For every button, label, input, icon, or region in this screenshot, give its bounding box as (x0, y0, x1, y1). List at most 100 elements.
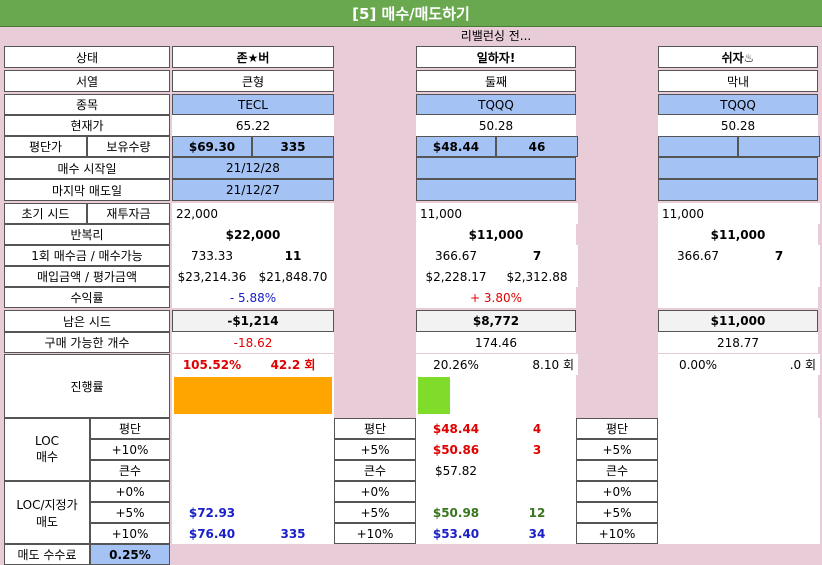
profit-rate (658, 287, 818, 308)
player-order: 막내 (658, 70, 818, 92)
loc-sell-qty (496, 481, 578, 502)
loc-sell-row-label: +10% (334, 523, 416, 544)
label-buyable: 구매 가능한 개수 (4, 332, 170, 353)
progress-track (416, 375, 576, 418)
eval-amount (738, 266, 820, 287)
label-half: 반복리 (4, 224, 170, 245)
eval-amount: $2,312.88 (496, 266, 578, 287)
avg-price[interactable] (658, 136, 738, 157)
last-sell-date[interactable]: 21/12/27 (172, 179, 334, 201)
buyable-count: 11 (252, 245, 334, 266)
avg-price[interactable]: $48.44 (416, 136, 496, 157)
current-price: 50.28 (658, 115, 818, 136)
loc-sell-row-label: +5% (90, 502, 170, 523)
label-avg: 평단가 (4, 136, 87, 157)
per-buy-amount: 366.67 (658, 245, 738, 266)
buy-start-date[interactable] (658, 157, 818, 179)
progress-track (658, 375, 818, 418)
label-loc-buy: LOC 매수 (4, 418, 90, 481)
loc-buy-price (658, 439, 738, 460)
loc-sell-row-label: +10% (576, 523, 658, 544)
loc-sell-price: $53.40 (416, 523, 496, 544)
fee-value[interactable]: 0.25% (90, 544, 170, 565)
buyable-count: 7 (496, 245, 578, 266)
label-remain: 남은 시드 (4, 310, 170, 332)
loc-sell-price: $50.98 (416, 502, 496, 523)
remaining-seed: $11,000 (658, 310, 818, 332)
buyable-units: 174.46 (416, 332, 576, 353)
loc-buy-qty: 4 (496, 418, 578, 439)
initial-seed[interactable]: 11,000 (658, 203, 738, 224)
player-name: 존★버 (172, 46, 334, 68)
loc-buy-price (172, 418, 252, 439)
label-order: 서열 (4, 70, 170, 92)
label-ticker: 종목 (4, 94, 170, 115)
label-price: 현재가 (4, 115, 170, 136)
loc-sell-row-label: +0% (334, 481, 416, 502)
per-buy-amount: 366.67 (416, 245, 496, 266)
loc-buy-qty (252, 439, 334, 460)
loc-buy-row-label: 평단 (334, 418, 416, 439)
buy-start-date[interactable]: 21/12/28 (172, 157, 334, 179)
initial-seed[interactable]: 11,000 (416, 203, 496, 224)
reinvest-amount (252, 203, 334, 224)
label-reinvest: 재투자금 (87, 203, 170, 224)
loc-sell-row-label: +0% (90, 481, 170, 502)
hold-qty[interactable] (738, 136, 820, 157)
label-buy_start: 매수 시작일 (4, 157, 170, 179)
loc-buy-price: $50.86 (416, 439, 496, 460)
profit-rate: + 3.80% (416, 287, 576, 308)
loc-sell-row-label: +5% (334, 502, 416, 523)
buy-amount: $2,228.17 (416, 266, 496, 287)
loc-sell-qty (738, 481, 820, 502)
buy-amount: $23,214.36 (172, 266, 252, 287)
remaining-seed: $8,772 (416, 310, 576, 332)
half-compound: $22,000 (172, 224, 334, 245)
loc-buy-qty (738, 418, 820, 439)
player-ticker[interactable]: TECL (172, 94, 334, 115)
half-compound: $11,000 (416, 224, 576, 245)
hold-qty[interactable]: 46 (496, 136, 578, 157)
progress-percent: 0.00% (658, 354, 738, 375)
loc-buy-row-label: +5% (576, 439, 658, 460)
last-sell-date[interactable] (658, 179, 818, 201)
buyable-count: 7 (738, 245, 820, 266)
last-sell-date[interactable] (416, 179, 576, 201)
avg-price[interactable]: $69.30 (172, 136, 252, 157)
loc-sell-price (658, 523, 738, 544)
current-price: 65.22 (172, 115, 334, 136)
progress-count: .0 회 (738, 354, 820, 375)
progress-percent: 20.26% (416, 354, 496, 375)
loc-sell-price (172, 481, 252, 502)
current-price: 50.28 (416, 115, 576, 136)
player-ticker[interactable]: TQQQ (416, 94, 576, 115)
loc-sell-qty (738, 502, 820, 523)
player-ticker[interactable]: TQQQ (658, 94, 818, 115)
loc-sell-price: $72.93 (172, 502, 252, 523)
loc-sell-price (658, 481, 738, 502)
loc-sell-price (658, 502, 738, 523)
label-status: 상태 (4, 46, 170, 68)
progress-count: 8.10 회 (496, 354, 578, 375)
reinvest-amount (496, 203, 578, 224)
loc-buy-price: $48.44 (416, 418, 496, 439)
loc-buy-qty: 3 (496, 439, 578, 460)
buy-start-date[interactable] (416, 157, 576, 179)
loc-buy-row-label: 큰수 (334, 460, 416, 481)
label-last_sell: 마지막 매도일 (4, 179, 170, 201)
loc-buy-row-label: 큰수 (90, 460, 170, 481)
label-fee: 매도 수수료 (4, 544, 90, 565)
sheet-title: [5] 매수/매도하기 (0, 0, 822, 27)
initial-seed[interactable]: 22,000 (172, 203, 252, 224)
loc-buy-row-label: +10% (90, 439, 170, 460)
loc-sell-qty: 12 (496, 502, 578, 523)
loc-buy-qty (738, 439, 820, 460)
label-seed: 초기 시드 (4, 203, 87, 224)
hold-qty[interactable]: 335 (252, 136, 334, 157)
loc-buy-price (658, 418, 738, 439)
loc-buy-price (172, 439, 252, 460)
label-amounts: 매입금액 / 평가금액 (4, 266, 170, 287)
loc-buy-qty (252, 418, 334, 439)
label-profit: 수익률 (4, 287, 170, 308)
player-order: 큰형 (172, 70, 334, 92)
